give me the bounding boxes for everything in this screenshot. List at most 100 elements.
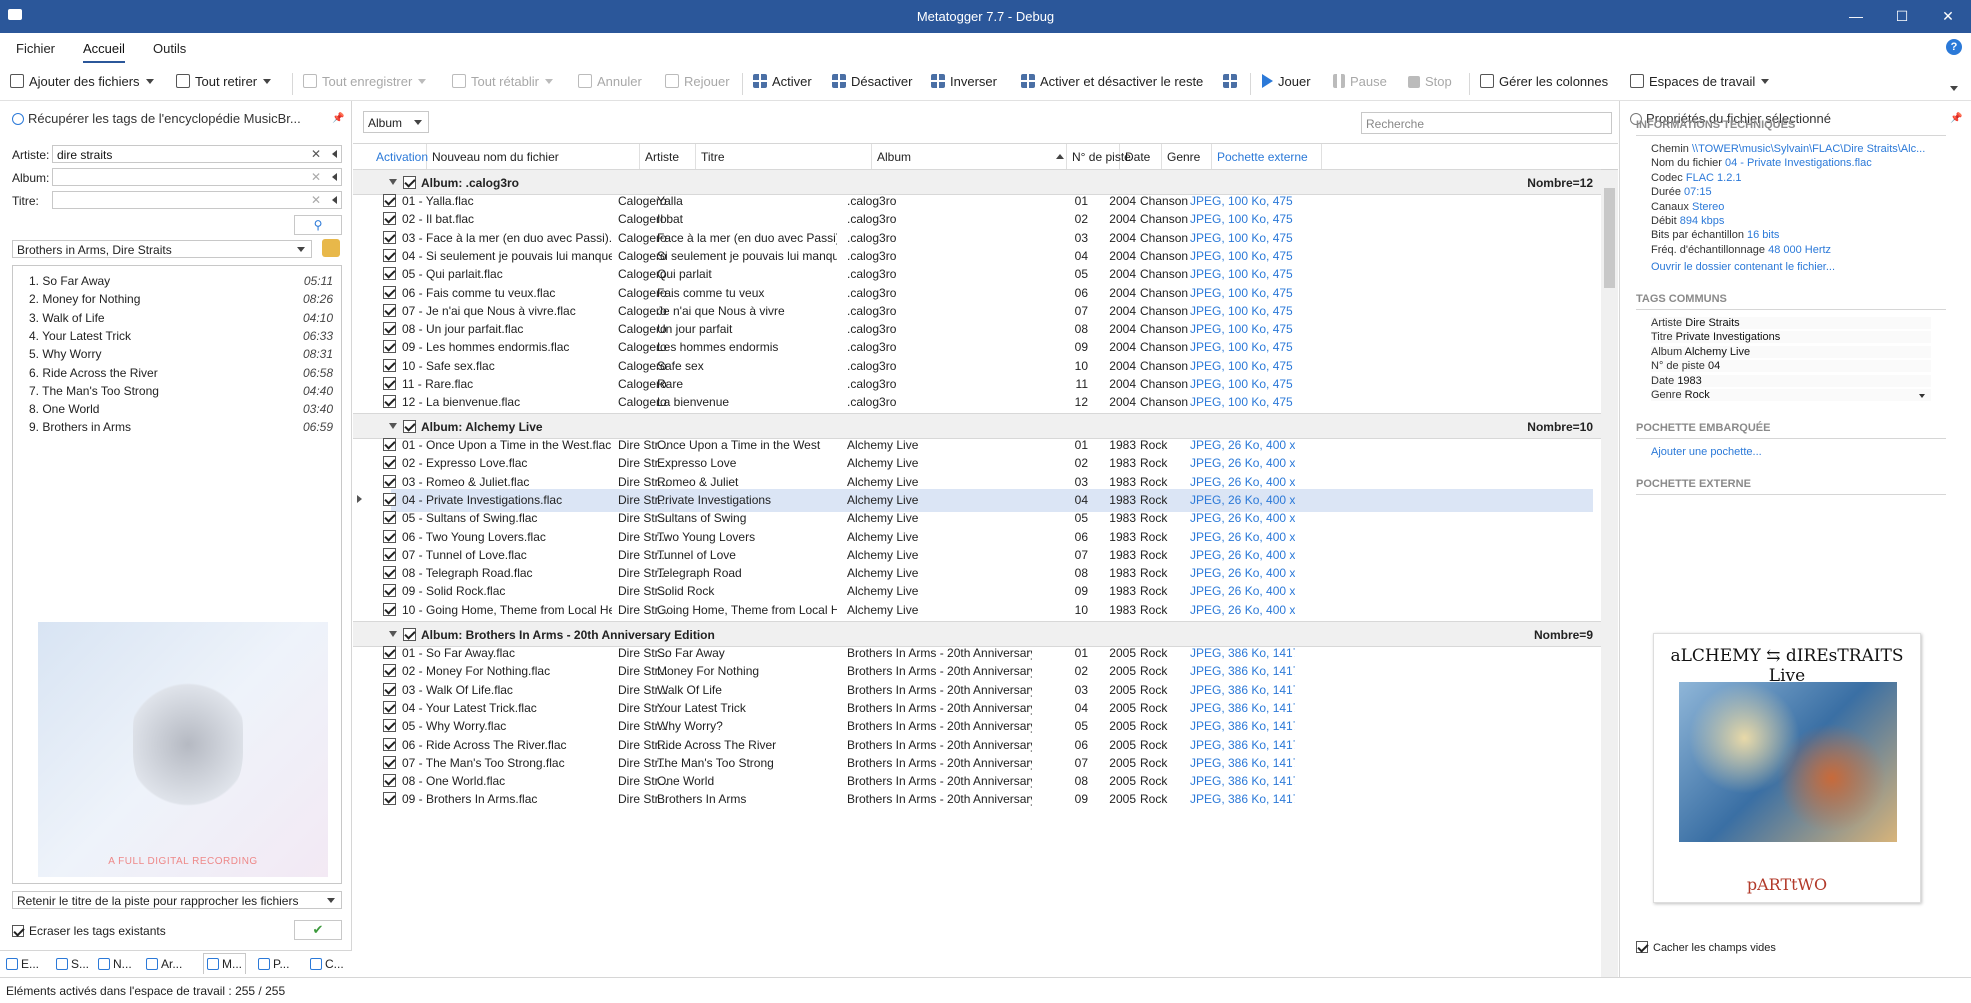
clear-icon[interactable]: ✕ xyxy=(311,147,321,161)
row-checkbox[interactable] xyxy=(383,248,396,262)
pause-button[interactable]: Pause xyxy=(1333,74,1387,92)
artist-input[interactable]: dire straits ✕ xyxy=(52,145,342,163)
property-value[interactable]: \\TOWER\music\Sylvain\FLAC\Dire Straits\… xyxy=(1692,143,1925,155)
row-checkbox[interactable] xyxy=(383,303,396,317)
tab-n[interactable]: N... xyxy=(98,957,132,971)
row-checkbox[interactable] xyxy=(383,492,396,506)
tab-s[interactable]: S... xyxy=(56,957,89,971)
add-files-button[interactable]: Ajouter des fichiers xyxy=(10,74,154,92)
common-tag-field[interactable]: Titre Private Investigations xyxy=(1651,331,1931,344)
row-checkbox[interactable] xyxy=(383,719,396,733)
row-checkbox[interactable] xyxy=(383,792,396,806)
row-checkbox[interactable] xyxy=(383,755,396,769)
row-checkbox[interactable] xyxy=(383,194,396,207)
redo-button[interactable]: Rejouer xyxy=(665,74,730,92)
ribbon-collapse-button[interactable] xyxy=(1950,81,1958,99)
property-value[interactable]: 04 - Private Investigations.flac xyxy=(1725,157,1872,169)
pin-icon[interactable]: 📌 xyxy=(1950,113,1962,124)
row-checkbox[interactable] xyxy=(383,529,396,543)
table-row[interactable]: 09 - Brothers In Arms.flac Dire Str... Bro… xyxy=(383,788,1593,811)
clear-icon[interactable]: ✕ xyxy=(311,170,321,184)
remove-all-button[interactable]: Tout retirer xyxy=(176,74,272,92)
row-checkbox[interactable] xyxy=(383,340,396,354)
row-checkbox[interactable] xyxy=(383,456,396,470)
manage-columns-button[interactable]: Gérer les colonnes xyxy=(1480,74,1608,92)
expand-arrow-icon[interactable] xyxy=(389,423,397,429)
row-checkbox[interactable] xyxy=(383,395,396,409)
play-button[interactable]: Jouer xyxy=(1262,74,1311,92)
activate-rest-button[interactable]: Activer et désactiver le reste xyxy=(1021,74,1203,92)
expand-arrow-icon[interactable] xyxy=(389,631,397,637)
column-header[interactable]: Album xyxy=(872,144,1067,170)
menu-outils[interactable]: Outils xyxy=(153,41,186,56)
clear-icon[interactable]: ✕ xyxy=(311,193,321,207)
tab-ar[interactable]: Ar... xyxy=(146,957,182,971)
common-tag-field[interactable]: N° de piste 04 xyxy=(1651,360,1931,373)
column-header[interactable]: Genre xyxy=(1162,144,1212,170)
row-checkbox[interactable] xyxy=(383,474,396,488)
menu-fichier[interactable]: Fichier xyxy=(16,41,55,56)
row-checkbox[interactable] xyxy=(383,682,396,696)
album-input[interactable]: ✕ xyxy=(52,168,342,186)
row-checkbox[interactable] xyxy=(383,230,396,244)
group-by-select[interactable]: Album xyxy=(363,111,429,133)
column-header[interactable]: N° de piste xyxy=(1067,144,1131,170)
apply-tags-button[interactable]: ✔ xyxy=(294,920,342,940)
row-checkbox[interactable] xyxy=(383,511,396,525)
group-checkbox[interactable] xyxy=(403,628,416,641)
refresh-releases-icon[interactable] xyxy=(322,239,340,257)
group-checkbox[interactable] xyxy=(403,420,416,433)
restore-all-button[interactable]: Tout rétablir xyxy=(452,74,553,92)
maximize-button[interactable]: ☐ xyxy=(1879,0,1925,33)
overwrite-tags-checkbox[interactable]: Ecraser les tags existants xyxy=(12,924,166,938)
row-checkbox[interactable] xyxy=(383,377,396,390)
hide-empty-checkbox[interactable]: Cacher les champs vides xyxy=(1636,941,1776,954)
group-checkbox[interactable] xyxy=(403,176,416,189)
track-item[interactable]: 1. So Far Away 05:11 xyxy=(29,274,333,294)
column-header[interactable]: Artiste xyxy=(640,144,696,170)
common-tag-field[interactable]: Genre Rock xyxy=(1651,389,1931,401)
arrow-left-icon[interactable] xyxy=(332,150,337,158)
column-header[interactable]: Date xyxy=(1120,144,1162,170)
save-all-button[interactable]: Tout enregistrer xyxy=(303,74,427,92)
row-checkbox[interactable] xyxy=(383,267,396,281)
column-header[interactable]: Pochette externe xyxy=(1212,144,1322,170)
common-tag-field[interactable]: Album Alchemy Live xyxy=(1651,345,1931,358)
table-row[interactable]: 10 - Going Home, Theme from Local Hero.f… xyxy=(383,599,1593,622)
row-checkbox[interactable] xyxy=(383,358,396,372)
activation-options-button[interactable] xyxy=(1223,74,1242,92)
track-item[interactable]: 5. Why Worry 08:31 xyxy=(29,347,333,367)
row-checkbox[interactable] xyxy=(383,285,396,299)
release-select[interactable]: Brothers in Arms, Dire Straits xyxy=(12,240,312,258)
row-checkbox[interactable] xyxy=(383,737,396,751)
column-header[interactable]: Nouveau nom du fichier xyxy=(427,144,640,170)
workspaces-button[interactable]: Espaces de travail xyxy=(1630,74,1770,92)
open-folder-link[interactable]: Ouvrir le dossier contenant le fichier..… xyxy=(1651,261,1835,273)
arrow-left-icon[interactable] xyxy=(332,196,337,204)
stop-button[interactable]: Stop xyxy=(1408,74,1452,92)
match-option-select[interactable]: Retenir le titre de la piste pour rappro… xyxy=(12,891,342,909)
row-checkbox[interactable] xyxy=(383,646,396,659)
column-header[interactable]: Activation xyxy=(371,144,428,170)
common-tag-field[interactable]: Artiste Dire Straits xyxy=(1651,317,1931,329)
search-button[interactable]: ⚲ xyxy=(294,215,342,235)
undo-button[interactable]: Annuler xyxy=(578,74,642,92)
track-item[interactable]: 7. The Man's Too Strong 04:40 xyxy=(29,384,333,404)
close-button[interactable]: ✕ xyxy=(1925,0,1971,33)
activate-button[interactable]: Activer xyxy=(753,74,812,92)
deactivate-button[interactable]: Désactiver xyxy=(832,74,912,92)
checkbox[interactable] xyxy=(12,925,24,937)
row-checkbox[interactable] xyxy=(383,700,396,714)
track-item[interactable]: 9. Brothers in Arms 06:59 xyxy=(29,420,333,440)
row-checkbox[interactable] xyxy=(383,212,396,226)
track-item[interactable]: 2. Money for Nothing 08:26 xyxy=(29,292,333,312)
menu-accueil[interactable]: Accueil xyxy=(83,41,125,63)
add-cover-link[interactable]: Ajouter une pochette... xyxy=(1651,446,1762,458)
chevron-down-icon[interactable] xyxy=(1919,394,1925,398)
arrow-left-icon[interactable] xyxy=(332,173,337,181)
row-checkbox[interactable] xyxy=(383,566,396,580)
title-input[interactable]: ✕ xyxy=(52,191,342,209)
tab-m[interactable]: M... xyxy=(203,953,246,974)
row-checkbox[interactable] xyxy=(383,584,396,598)
row-checkbox[interactable] xyxy=(383,547,396,561)
